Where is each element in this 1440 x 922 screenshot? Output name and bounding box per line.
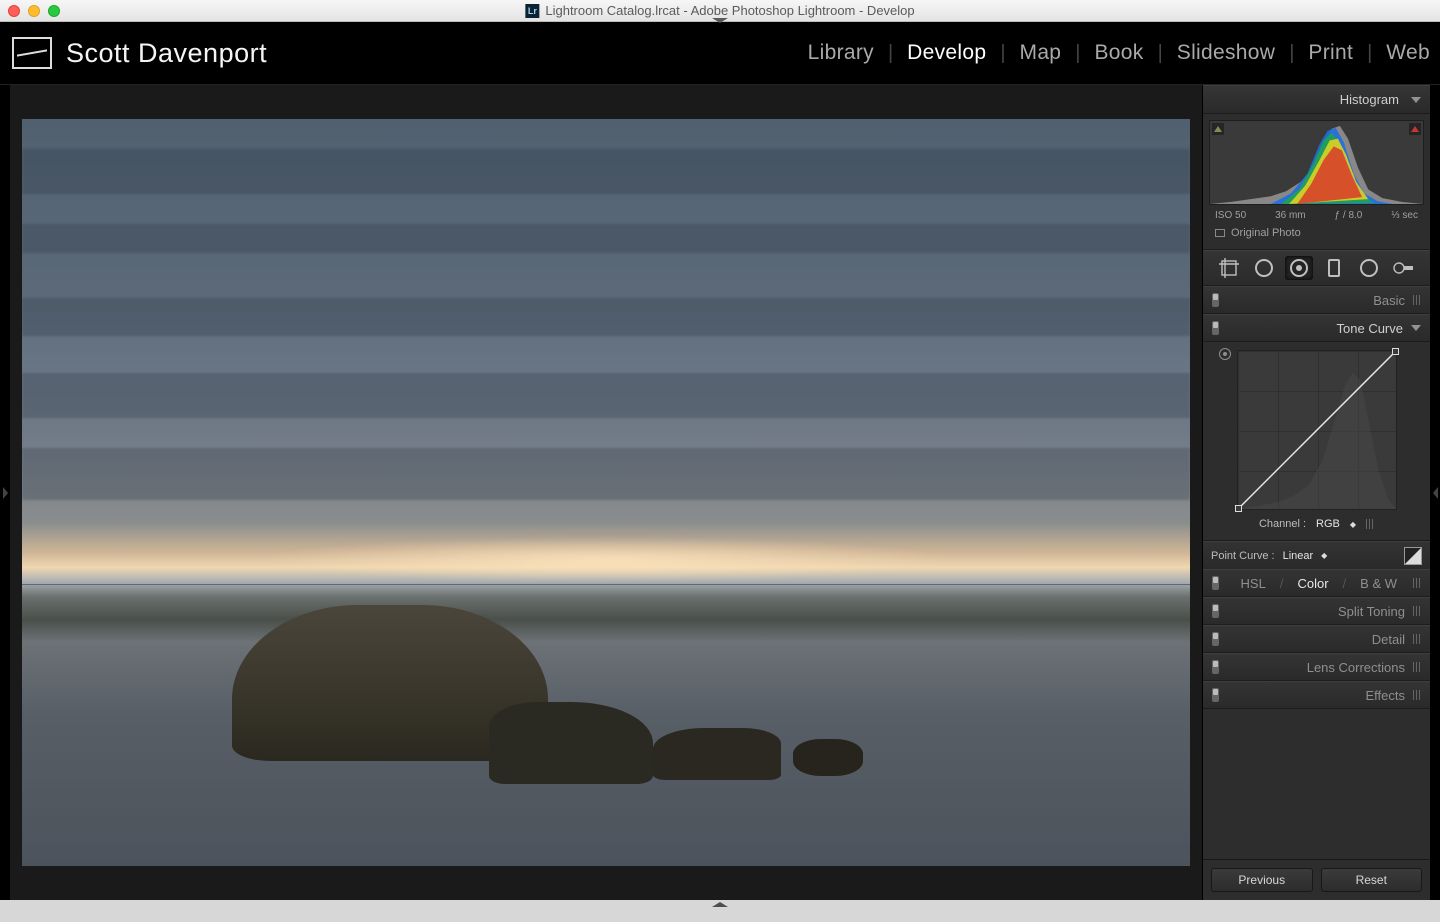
photo-preview	[22, 119, 1190, 866]
identity-plate[interactable]: Scott Davenport	[12, 37, 267, 69]
tone-curve-editor[interactable]	[1237, 350, 1397, 510]
right-panel-toggle[interactable]	[1430, 85, 1440, 900]
exif-focal: 36 mm	[1275, 210, 1306, 221]
panel-end-icon	[1413, 662, 1421, 672]
module-library[interactable]: Library	[808, 41, 874, 65]
basic-label: Basic	[1373, 293, 1405, 308]
redeye-tool[interactable]	[1285, 256, 1313, 280]
panel-end-icon	[1413, 690, 1421, 700]
previous-button[interactable]: Previous	[1211, 868, 1313, 892]
identity-name: Scott Davenport	[66, 38, 267, 69]
exif-aperture: ƒ / 8.0	[1335, 210, 1363, 221]
tone-curve-panel-header[interactable]: Tone Curve	[1203, 314, 1430, 342]
point-curve-select[interactable]: Linear	[1283, 550, 1314, 562]
develop-tool-strip	[1203, 250, 1430, 286]
panel-switch-icon[interactable]	[1212, 688, 1219, 702]
panel-switch-icon[interactable]	[1212, 604, 1219, 618]
histogram-label: Histogram	[1340, 92, 1399, 107]
panel-end-icon	[1413, 606, 1421, 616]
histogram-panel-header[interactable]: Histogram	[1203, 85, 1430, 114]
module-tabs: Library| Develop| Map| Book| Slideshow| …	[808, 41, 1430, 65]
module-map[interactable]: Map	[1020, 41, 1062, 65]
module-web[interactable]: Web	[1386, 41, 1430, 65]
image-canvas[interactable]	[10, 85, 1202, 900]
detail-label: Detail	[1372, 632, 1405, 647]
crop-tool[interactable]	[1215, 256, 1243, 280]
split-toning-panel-header[interactable]: Split Toning	[1203, 597, 1430, 625]
point-curve-toggle-icon[interactable]	[1404, 547, 1422, 565]
histogram-display[interactable]	[1209, 120, 1424, 205]
panel-end-icon	[1413, 634, 1421, 644]
window-title: Lr Lightroom Catalog.lrcat - Adobe Photo…	[525, 3, 914, 18]
point-curve-row: Point Curve : Linear ◆	[1203, 541, 1430, 569]
module-develop[interactable]: Develop	[907, 41, 986, 65]
panel-switch-icon[interactable]	[1212, 660, 1219, 674]
window-title-text: Lightroom Catalog.lrcat - Adobe Photosho…	[545, 3, 914, 18]
window-controls	[8, 5, 60, 17]
channel-select[interactable]: RGB	[1316, 518, 1340, 530]
panel-end-icon	[1413, 578, 1421, 588]
minimize-window-button[interactable]	[28, 5, 40, 17]
original-photo-checkbox-icon	[1215, 229, 1225, 237]
color-tab[interactable]: Color	[1297, 576, 1328, 591]
curve-point-shadow[interactable]	[1235, 505, 1242, 512]
close-window-button[interactable]	[8, 5, 20, 17]
module-picker-bar: Scott Davenport Library| Develop| Map| B…	[0, 22, 1440, 85]
module-book[interactable]: Book	[1095, 41, 1144, 65]
right-panel-footer: Previous Reset	[1203, 859, 1430, 900]
module-slideshow[interactable]: Slideshow	[1177, 41, 1275, 65]
hsl-panel-header[interactable]: HSL / Color / B & W	[1203, 569, 1430, 597]
lens-corrections-panel-header[interactable]: Lens Corrections	[1203, 653, 1430, 681]
original-photo-label: Original Photo	[1231, 227, 1301, 239]
detail-panel-header[interactable]: Detail	[1203, 625, 1430, 653]
maximize-window-button[interactable]	[48, 5, 60, 17]
curve-point-highlight[interactable]	[1392, 348, 1399, 355]
right-panel: Histogram ISO 50 36 m	[1202, 85, 1430, 900]
spot-removal-tool[interactable]	[1250, 256, 1278, 280]
lightroom-app: Scott Davenport Library| Develop| Map| B…	[0, 22, 1440, 900]
module-print[interactable]: Print	[1308, 41, 1353, 65]
tone-curve-label: Tone Curve	[1337, 321, 1403, 336]
tone-curve-panel: Channel : RGB ◆	[1203, 342, 1430, 541]
split-toning-label: Split Toning	[1338, 604, 1405, 619]
histogram-panel: ISO 50 36 mm ƒ / 8.0 ⅓ sec Original Phot…	[1203, 114, 1430, 250]
app-icon: Lr	[525, 4, 539, 18]
adjustment-brush-tool[interactable]	[1390, 256, 1418, 280]
effects-label: Effects	[1365, 688, 1405, 703]
targeted-adjustment-icon[interactable]	[1219, 348, 1231, 360]
filmstrip-toggle[interactable]	[0, 900, 1440, 922]
lens-corrections-label: Lens Corrections	[1307, 660, 1405, 675]
channel-label: Channel :	[1259, 518, 1306, 530]
exif-shutter: ⅓ sec	[1391, 210, 1418, 221]
panel-switch-icon[interactable]	[1212, 321, 1219, 335]
exif-readout: ISO 50 36 mm ƒ / 8.0 ⅓ sec	[1209, 205, 1424, 223]
chevron-down-icon	[1411, 97, 1421, 103]
basic-panel-header[interactable]: Basic	[1203, 286, 1430, 314]
panel-end-icon	[1366, 519, 1374, 529]
hsl-tab[interactable]: HSL	[1241, 576, 1266, 591]
workbench: Histogram ISO 50 36 m	[0, 85, 1440, 900]
graduated-filter-tool[interactable]	[1320, 256, 1348, 280]
reset-button[interactable]: Reset	[1321, 868, 1423, 892]
channel-row: Channel : RGB ◆	[1211, 510, 1422, 534]
effects-panel-header[interactable]: Effects	[1203, 681, 1430, 709]
radial-filter-tool[interactable]	[1355, 256, 1383, 280]
left-panel-toggle[interactable]	[0, 85, 10, 900]
chevron-down-icon	[1411, 325, 1421, 331]
identity-logo-icon	[12, 37, 52, 69]
panel-switch-icon[interactable]	[1212, 576, 1219, 590]
panel-end-icon	[1413, 295, 1421, 305]
panel-switch-icon[interactable]	[1212, 632, 1219, 646]
original-photo-row[interactable]: Original Photo	[1209, 223, 1424, 245]
point-curve-label: Point Curve :	[1211, 550, 1275, 562]
exif-iso: ISO 50	[1215, 210, 1246, 221]
bw-tab[interactable]: B & W	[1360, 576, 1397, 591]
panel-switch-icon[interactable]	[1212, 293, 1219, 307]
